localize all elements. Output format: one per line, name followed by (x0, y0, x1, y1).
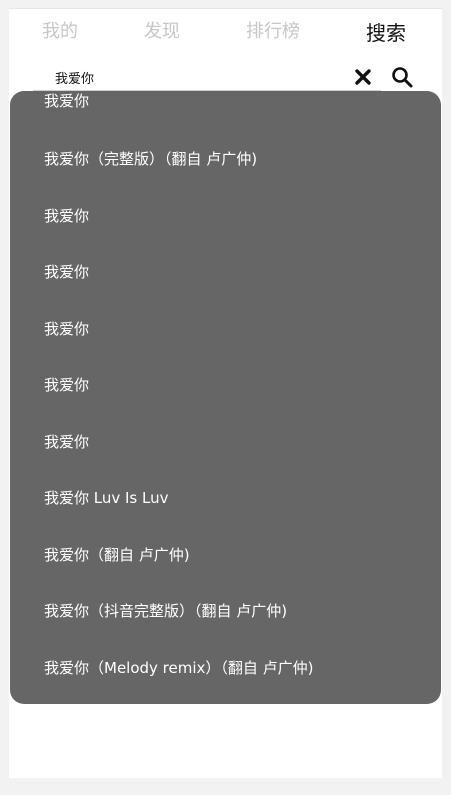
suggestion-item[interactable]: 我爱你（抖音完整版）（翻自 卢广仲) (44, 601, 287, 621)
suggestion-item[interactable]: 我爱你（完整版）（翻自 卢广仲) (44, 149, 257, 169)
tab-charts[interactable]: 排行榜 (246, 17, 300, 43)
suggestion-item[interactable]: 我爱你 (44, 432, 89, 452)
app-page: 我的 发现 排行榜 搜索 我爱你 我爱你（完整版）（翻自 卢广仲) 我爱你 我爱… (9, 8, 442, 778)
tab-search[interactable]: 搜索 (366, 17, 406, 46)
search-icon[interactable] (391, 66, 413, 88)
tab-bar: 我的 发现 排行榜 搜索 (9, 9, 442, 51)
suggestion-item[interactable]: 我爱你（Melody remix）（翻自 卢广仲) (44, 658, 314, 678)
tab-mine[interactable]: 我的 (42, 17, 78, 43)
search-suggestions-dropdown: 我爱你 我爱你（完整版）（翻自 卢广仲) 我爱你 我爱你 我爱你 我爱你 我爱你… (10, 91, 441, 704)
suggestion-item[interactable]: 我爱你 (44, 91, 89, 111)
suggestion-item[interactable]: 我爱你 (44, 375, 89, 395)
close-icon[interactable] (354, 68, 372, 86)
suggestion-item[interactable]: 我爱你 (44, 319, 89, 339)
search-input[interactable] (33, 65, 381, 91)
tab-discover[interactable]: 发现 (144, 17, 180, 43)
suggestion-item[interactable]: 我爱你（翻自 卢广仲) (44, 545, 190, 565)
suggestion-item[interactable]: 我爱你 (44, 262, 89, 282)
suggestion-item[interactable]: 我爱你 (44, 206, 89, 226)
suggestion-item[interactable]: 我爱你 Luv Is Luv (44, 488, 169, 508)
